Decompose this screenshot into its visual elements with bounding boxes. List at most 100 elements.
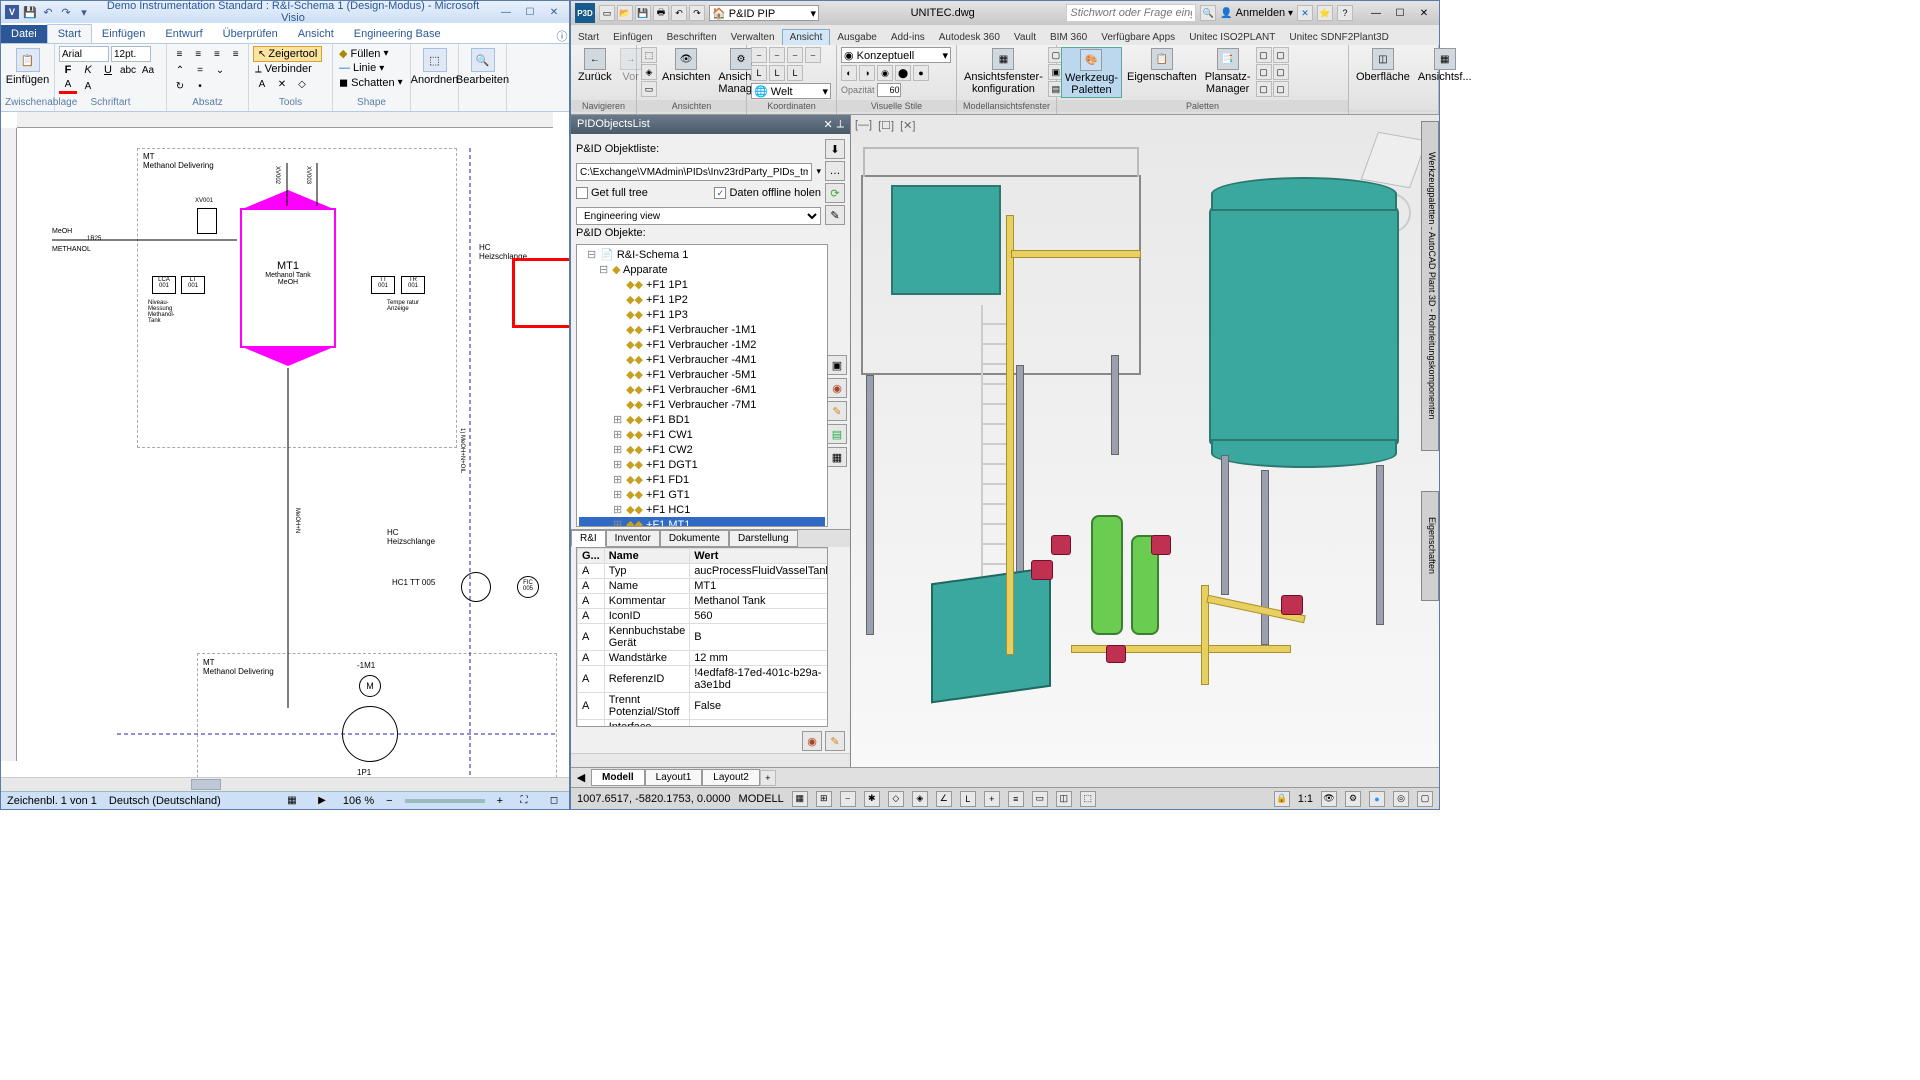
3d-vessel-large[interactable] [1209,205,1399,445]
tree-item[interactable]: ⊞ ◆◆ +F1 BD1 [579,412,825,427]
vp-close-icon[interactable]: [✕] [900,119,915,132]
pump-symbol[interactable] [342,706,398,762]
property-row[interactable]: AInterface RelevantFalse [578,720,829,728]
property-row[interactable]: AKennbuchstabe GerätB [578,624,829,651]
tab-nav-first-icon[interactable]: ◀ [571,771,591,784]
qat-save-icon[interactable]: 💾 [23,5,37,19]
acad-minimize-icon[interactable]: — [1365,5,1387,21]
visual-style-combo[interactable]: ◉ Konzeptuell▾ [841,47,951,63]
opacity-input[interactable] [877,83,901,97]
download-icon[interactable]: ⬇ [825,139,845,159]
prop-btn2-icon[interactable]: ✎ [825,731,845,751]
atab-insert[interactable]: Einfügen [606,30,659,45]
inst-tr[interactable]: TR 001 [401,276,425,294]
world-combo[interactable]: 🌐 Welt▾ [751,83,831,99]
tree-item[interactable]: ◆◆ +F1 1P1 [579,277,825,292]
st-isolate-icon[interactable]: ◎ [1393,791,1409,807]
valve-xv001[interactable] [197,208,217,234]
vs4-icon[interactable]: ⬤ [895,65,911,81]
ptab-ri[interactable]: R&I [571,530,606,547]
refresh-icon[interactable]: ⟳ [825,183,845,203]
panel-close-icon[interactable]: ✕ [823,118,832,131]
atab-bim360[interactable]: BIM 360 [1043,30,1094,45]
vs3-icon[interactable]: ◉ [877,65,893,81]
ptab-display[interactable]: Darstellung [729,530,798,547]
fill-button[interactable]: ◆Füllen ▾ [337,46,406,61]
fontsize-inc-icon[interactable]: Aa [139,62,157,78]
st-ortho-icon[interactable]: ⎯ [840,791,856,807]
atab-iso2plant[interactable]: Unitec ISO2PLANT [1182,30,1282,45]
qat-save-icon[interactable]: 💾 [635,5,651,21]
tree-item[interactable]: ◆◆ +F1 1P3 [579,307,825,322]
property-row[interactable]: ATrennt Potenzial/StoffFalse [578,693,829,720]
atab-addins[interactable]: Add-ins [884,30,932,45]
vs5-icon[interactable]: ● [913,65,929,81]
signin-button[interactable]: 👤 Anmelden ▾ [1220,7,1293,19]
maximize-icon[interactable]: ☐ [519,4,541,20]
pal3-icon[interactable]: ▢ [1256,64,1272,80]
ucs-icon[interactable]: ⎯ [751,47,767,63]
viewcube[interactable] [1361,132,1428,188]
property-row[interactable]: AKommentarMethanol Tank [578,594,829,609]
property-row[interactable]: AIconID560 [578,609,829,624]
qat-more-icon[interactable]: ▾ [77,5,91,19]
ribbon-help-icon[interactable]: ⓘ [555,29,569,43]
property-row[interactable]: ANameMT1 [578,579,829,594]
qat-undo-icon[interactable]: ↶ [41,5,55,19]
shadow-button[interactable]: ◼Schatten ▾ [337,75,406,90]
st-ducs-icon[interactable]: L [960,791,976,807]
tree-btn3-icon[interactable]: ✎ [827,401,847,421]
tree-item[interactable]: ⊞ ◆◆ +F1 GT1 [579,487,825,502]
tree-item[interactable]: ⊞ ◆◆ +F1 CW1 [579,427,825,442]
underline-icon[interactable]: U [99,62,117,78]
tree-item[interactable]: ◆◆ +F1 1P2 [579,292,825,307]
valign-bot-icon[interactable]: ⌄ [211,62,229,78]
connect-icon[interactable]: ◇ [293,76,311,92]
viewports-button[interactable]: ▦Ansichtsf... [1415,47,1475,84]
tree-item[interactable]: ⊞ ◆◆ +F1 CW2 [579,442,825,457]
atab-output[interactable]: Ausgabe [830,30,883,45]
tree-btn1-icon[interactable]: ▣ [827,355,847,375]
workspace-combo[interactable]: 🏠 P&ID PIP▾ [709,5,819,21]
zoom-in-icon[interactable]: + [497,795,503,807]
3d-pump-1[interactable] [1091,515,1123,635]
status-page-icon[interactable]: ▦ [283,793,301,809]
st-grid-icon[interactable]: ▦ [792,791,808,807]
tank-mt1[interactable]: MT1 Methanol Tank MeOH [240,208,336,348]
panel-pin-icon[interactable]: ⟂ [837,118,844,131]
st-osnap-icon[interactable]: ◇ [888,791,904,807]
st-hwaccel-icon[interactable]: ● [1369,791,1385,807]
pal6-icon[interactable]: ▢ [1273,81,1289,97]
side-palette-tools[interactable]: Werkzeugpaletten - AutoCAD Plant 3D - Ro… [1421,121,1439,451]
tool-palettes-button[interactable]: 🎨Werkzeug- Paletten [1061,47,1122,98]
valign-top-icon[interactable]: ⌃ [171,62,189,78]
align-left-icon[interactable]: ≡ [171,46,188,62]
btab-model[interactable]: Modell [591,769,645,786]
inst-fic[interactable]: FIC 005 [517,576,539,598]
visio-canvas-area[interactable]: MT Methanol Delivering MT1 Methanol Tank… [1,112,569,777]
atab-apps[interactable]: Verfügbare Apps [1094,30,1182,45]
ucs4-icon[interactable]: ⎯ [805,47,821,63]
btab-layout1[interactable]: Layout1 [645,769,703,786]
delete-icon[interactable]: ✕ [273,76,291,92]
prop-btn1-icon[interactable]: ◉ [802,731,822,751]
inst-lt[interactable]: LT 001 [181,276,205,294]
align-right-icon[interactable]: ≡ [209,46,226,62]
st-annoscale-icon[interactable]: 🔒 [1274,791,1290,807]
acad-close-icon[interactable]: ✕ [1413,5,1435,21]
property-row[interactable]: AWandstärke12 mm [578,651,829,666]
atab-manage[interactable]: Verwalten [724,30,782,45]
vp-restore-icon[interactable]: [☐] [878,119,894,132]
side-palette-props[interactable]: Eigenschaften [1421,491,1439,601]
vs2-icon[interactable]: ◑ [859,65,875,81]
vs1-icon[interactable]: ◐ [841,65,857,81]
st-qp-icon[interactable]: ◫ [1056,791,1072,807]
st-annovis-icon[interactable]: 👁 [1321,791,1337,807]
strike-icon[interactable]: abc [119,62,137,78]
line-button[interactable]: —Linie ▾ [337,61,406,75]
nav-back-button[interactable]: ←Zurück [575,47,615,84]
tree-item[interactable]: ◆◆ +F1 Verbraucher -1M2 [579,337,825,352]
help-search-input[interactable] [1066,4,1196,22]
zoom-slider[interactable] [405,799,485,803]
st-polar-icon[interactable]: ✱ [864,791,880,807]
